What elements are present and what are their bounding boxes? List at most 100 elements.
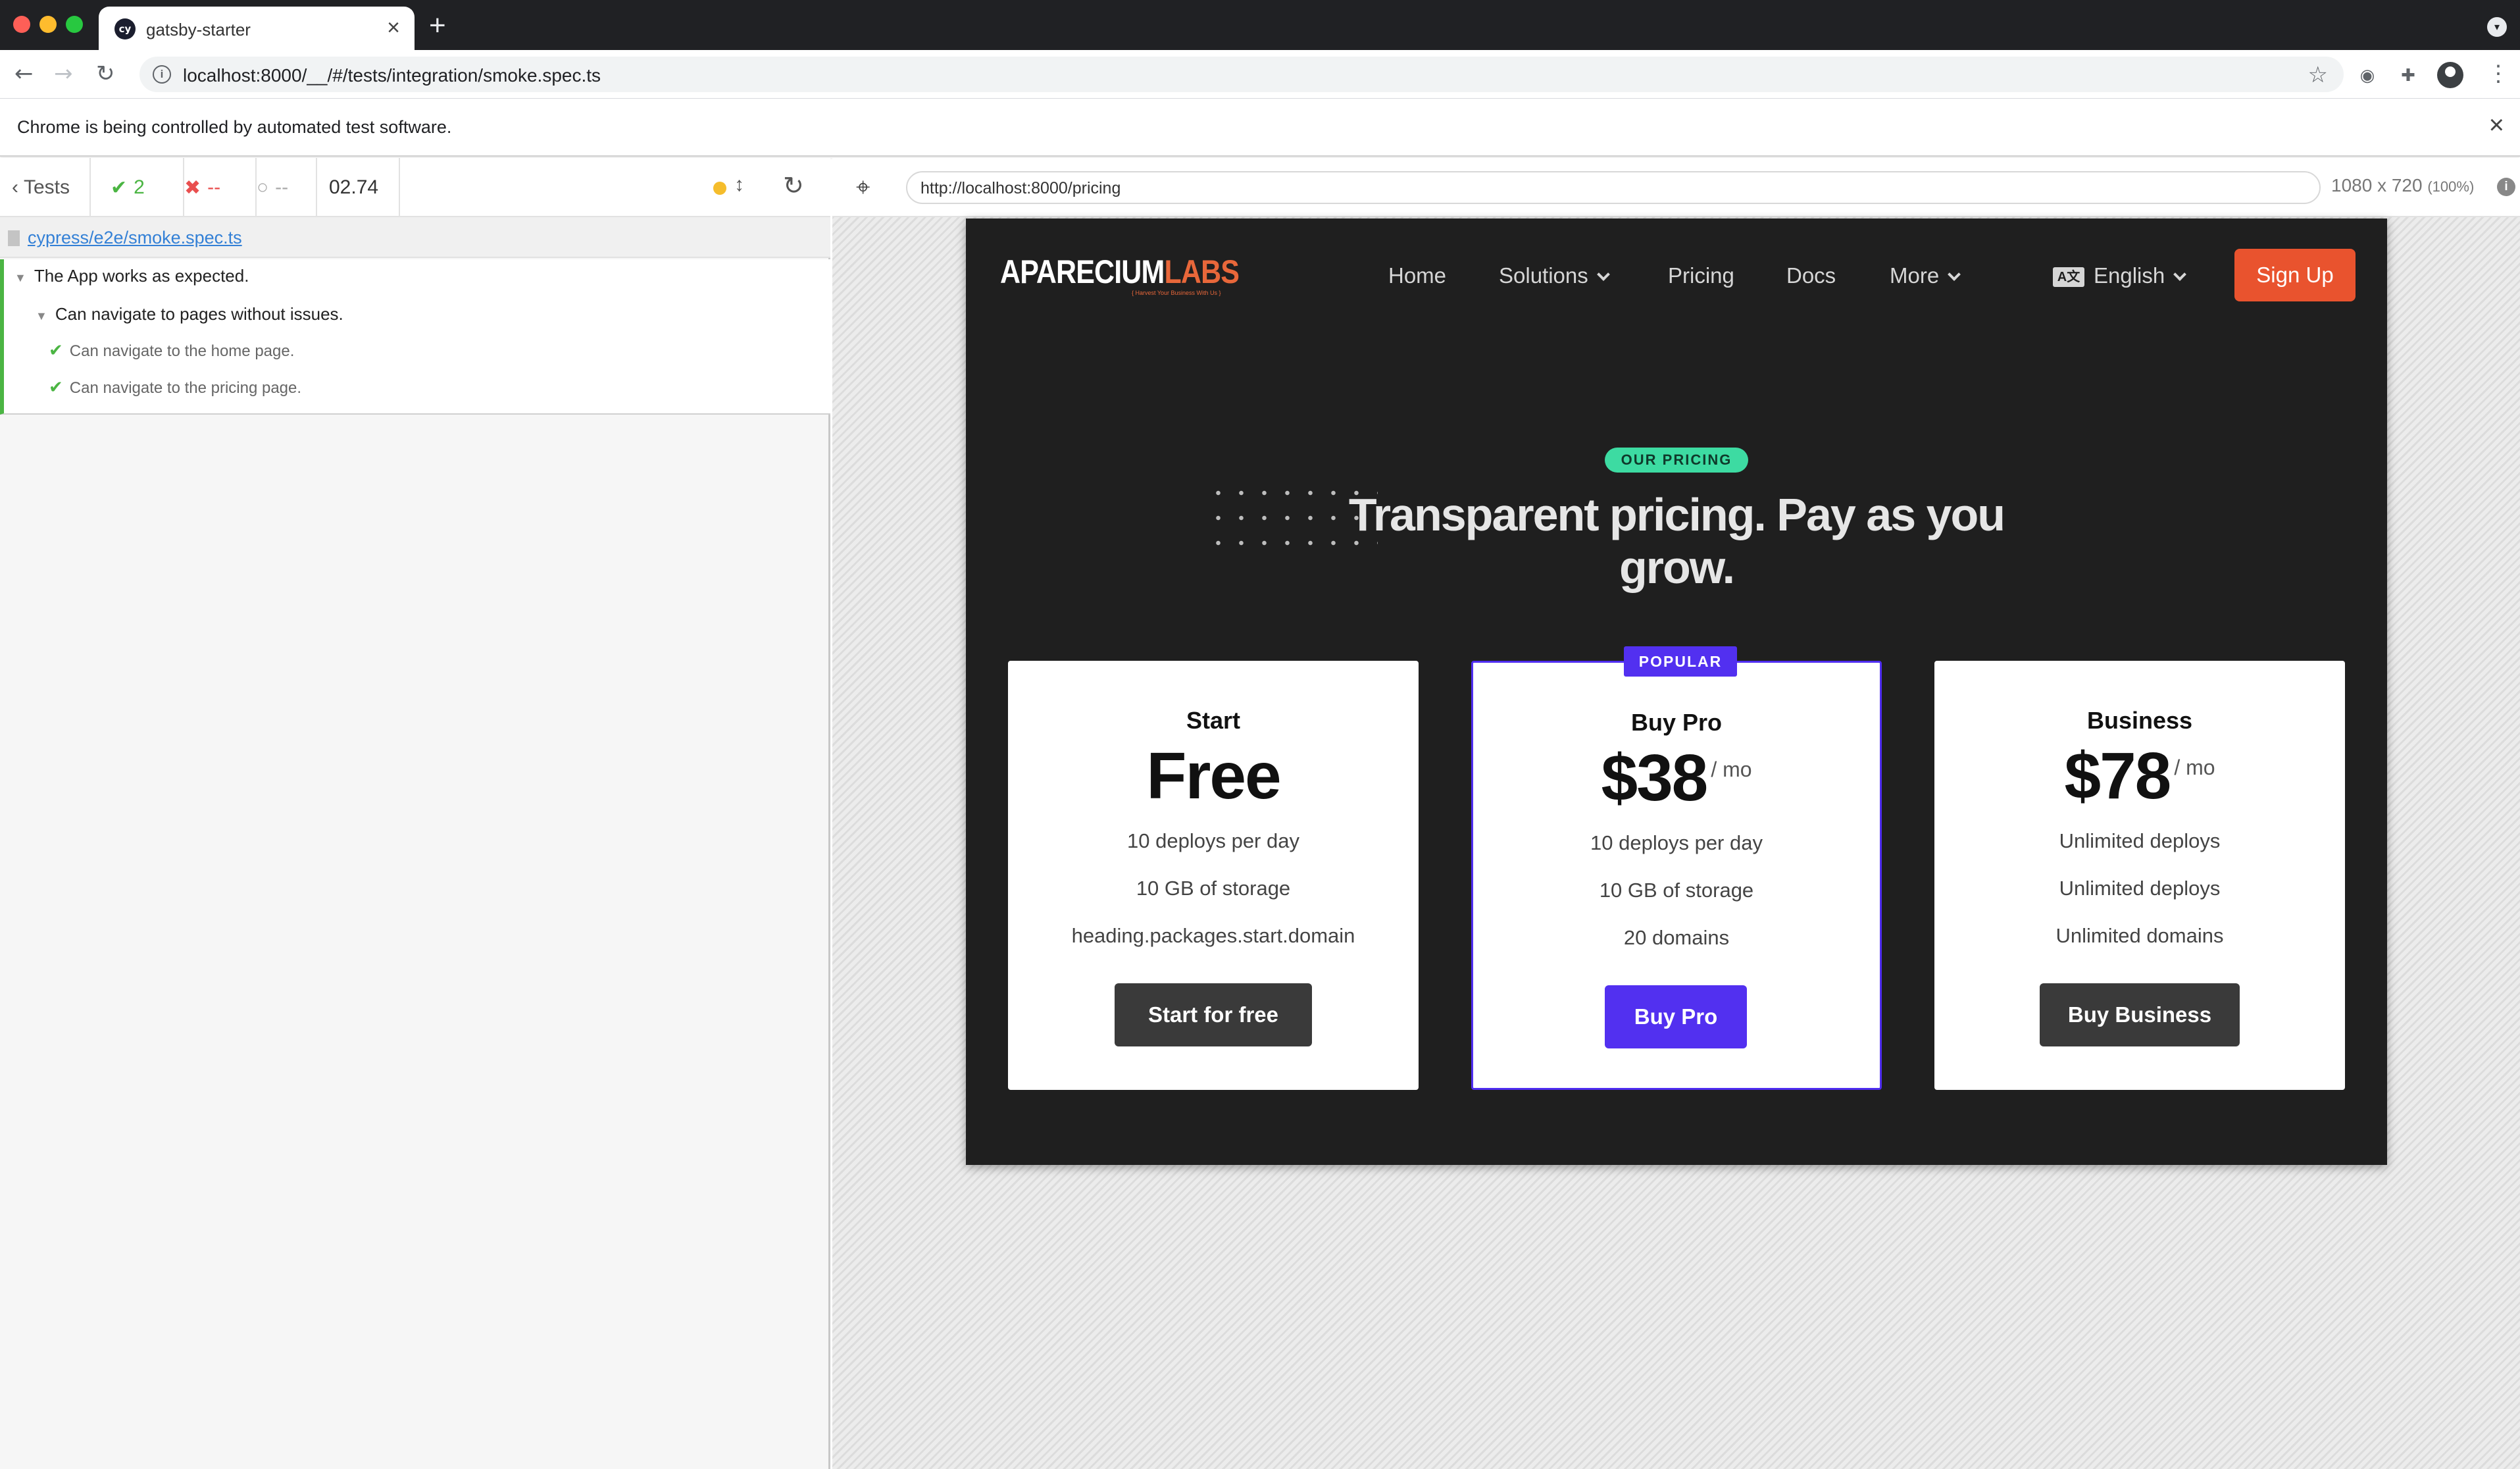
pricing-headline: Transparent pricing. Pay as you grow.: [1348, 489, 2005, 593]
buy-business-button[interactable]: Buy Business: [2040, 983, 2240, 1046]
start-for-free-button[interactable]: Start for free: [1115, 983, 1312, 1046]
plan-price: $78/ mo: [1934, 738, 2345, 814]
plan-card-pro: Buy Pro $38/ mo 10 deploys per day 10 GB…: [1471, 661, 1882, 1090]
spec-file-link[interactable]: cypress/e2e/smoke.spec.ts: [28, 228, 242, 248]
translate-icon: A文: [2053, 267, 2084, 288]
buy-pro-button[interactable]: Buy Pro: [1605, 985, 1747, 1048]
infobar-message: Chrome is being controlled by automated …: [17, 117, 452, 137]
browser-tab[interactable]: cy gatsby-starter ×: [99, 7, 415, 50]
chevron-down-icon: [1596, 268, 1610, 281]
plan-feature: Unlimited domains: [2055, 924, 2224, 947]
new-tab-icon[interactable]: +: [429, 9, 446, 42]
pending-stats[interactable]: ○ --: [257, 158, 317, 217]
nav-solutions[interactable]: Solutions: [1499, 263, 1610, 288]
plan-feature: 10 deploys per day: [1127, 829, 1299, 852]
viewport-info-icon[interactable]: i: [2497, 178, 2515, 196]
logo-wordmark: APARECIUMLABS: [1000, 253, 1240, 290]
forward-arrow-icon[interactable]: →: [54, 61, 73, 87]
plan-feature: 10 GB of storage: [1136, 877, 1291, 900]
nav-solutions-label: Solutions: [1499, 263, 1588, 288]
plan-name: Start: [1186, 707, 1241, 734]
x-icon: ✖: [184, 176, 201, 199]
caret-down-icon: ▼: [36, 309, 47, 322]
language-label: English: [2094, 263, 2165, 288]
aut-url: http://localhost:8000/pricing: [920, 179, 1121, 197]
nav-pricing[interactable]: Pricing: [1668, 263, 1734, 288]
reload-icon[interactable]: ↻: [96, 61, 115, 87]
site-logo[interactable]: APARECIUMLABS { Harvest Your Business Wi…: [1000, 253, 1278, 296]
maximize-window-button[interactable]: [66, 16, 83, 33]
viewport-scale: (100%): [2427, 178, 2475, 195]
cypress-favicon-icon: cy: [114, 18, 136, 39]
profile-avatar-icon[interactable]: [2437, 62, 2463, 88]
rerun-tests-icon[interactable]: ↻: [783, 171, 804, 201]
tab-close-icon[interactable]: ×: [387, 16, 400, 39]
nav-more[interactable]: More: [1890, 263, 1961, 288]
logo-tagline: { Harvest Your Business With Us }: [1132, 290, 1221, 296]
check-icon: ✔: [111, 176, 128, 199]
tests-label: Tests: [24, 176, 70, 198]
pricing-page: APARECIUMLABS { Harvest Your Business Wi…: [966, 219, 2387, 1165]
selector-playground-crosshair-icon[interactable]: ⌖: [856, 174, 870, 202]
test-title: Can navigate to the home page.: [69, 342, 295, 360]
tab-search-icon[interactable]: ▾: [2487, 17, 2507, 37]
plan-feature: heading.packages.start.domain: [1071, 924, 1355, 947]
test-row[interactable]: ✔ Can navigate to the home page.: [49, 341, 294, 361]
file-icon: [8, 230, 20, 246]
plan-price-value: Free: [1146, 739, 1281, 813]
tab-title: gatsby-starter: [146, 20, 251, 39]
plan-feature: Unlimited deploys: [2059, 877, 2221, 900]
test-title: Can navigate to the pricing page.: [69, 379, 302, 397]
infobar-close-icon[interactable]: ×: [2489, 111, 2504, 140]
bookmark-star-icon[interactable]: ☆: [2308, 62, 2328, 88]
plan-price: $38/ mo: [1473, 740, 1880, 816]
plan-price-period: / mo: [2174, 756, 2215, 779]
tests-back-button[interactable]: ‹ Tests: [0, 158, 91, 217]
check-icon: ✔: [49, 341, 63, 361]
plan-name: Business: [2086, 707, 2193, 734]
viewport-size: 1080 x 720 (100%): [2331, 175, 2474, 196]
plan-feature: Unlimited deploys: [2059, 829, 2221, 852]
duration: 02.74: [317, 158, 400, 217]
passed-stats[interactable]: ✔ 2: [91, 158, 184, 217]
browser-menu-icon[interactable]: ⋮: [2487, 61, 2509, 87]
section-badge: OUR PRICING: [1605, 448, 1748, 473]
nav-docs[interactable]: Docs: [1786, 263, 1836, 288]
pending-count: --: [275, 176, 289, 198]
plan-name: Buy Pro: [1630, 709, 1723, 736]
site-info-icon[interactable]: i: [153, 65, 171, 84]
cypress-extension-icon[interactable]: ◉: [2356, 63, 2379, 87]
extensions-puzzle-icon[interactable]: ✚: [2396, 63, 2420, 87]
failed-stats[interactable]: ✖ --: [184, 158, 257, 217]
suite-row[interactable]: ▼ The App works as expected.: [14, 266, 249, 286]
check-icon: ✔: [49, 378, 63, 398]
sign-up-button[interactable]: Sign Up: [2234, 249, 2356, 301]
sub-suite-title: Can navigate to pages without issues.: [55, 304, 343, 324]
back-arrow-icon[interactable]: ←: [14, 61, 34, 87]
viewport-dimensions: 1080 x 720: [2331, 175, 2423, 195]
plan-price-period: / mo: [1711, 758, 1752, 781]
nav-home[interactable]: Home: [1388, 263, 1446, 288]
popular-badge: POPULAR: [1624, 646, 1737, 677]
close-window-button[interactable]: [13, 16, 30, 33]
chevron-left-icon: ‹: [12, 176, 18, 198]
passed-count: 2: [134, 176, 145, 198]
plan-feature: 20 domains: [1623, 926, 1730, 949]
test-row[interactable]: ✔ Can navigate to the pricing page.: [49, 378, 301, 398]
address-bar[interactable]: i localhost:8000/__/#/tests/integration/…: [139, 57, 2344, 92]
sub-suite-row[interactable]: ▼ Can navigate to pages without issues.: [36, 304, 343, 324]
minimize-window-button[interactable]: [39, 16, 57, 33]
nav-more-label: More: [1890, 263, 1940, 288]
reporter-header: ‹ Tests ✔ 2 ✖ -- ○ -- 02.74 ↕ ↻: [0, 158, 830, 217]
browser-titlebar: cy gatsby-starter × + ▾: [0, 0, 2520, 50]
auto-scroll-toggle-icon[interactable]: ↕: [734, 174, 744, 196]
chevron-down-icon: [2173, 268, 2187, 281]
plan-price: Free: [1008, 738, 1419, 814]
failed-count: --: [207, 176, 221, 198]
address-url: localhost:8000/__/#/tests/integration/sm…: [183, 65, 601, 86]
aut-header: ⌖ http://localhost:8000/pricing 1080 x 7…: [832, 158, 2520, 217]
automation-infobar: Chrome is being controlled by automated …: [0, 99, 2520, 157]
language-selector[interactable]: A文 English: [2053, 263, 2187, 288]
suite-title: The App works as expected.: [34, 266, 249, 286]
caret-down-icon: ▼: [14, 271, 26, 284]
